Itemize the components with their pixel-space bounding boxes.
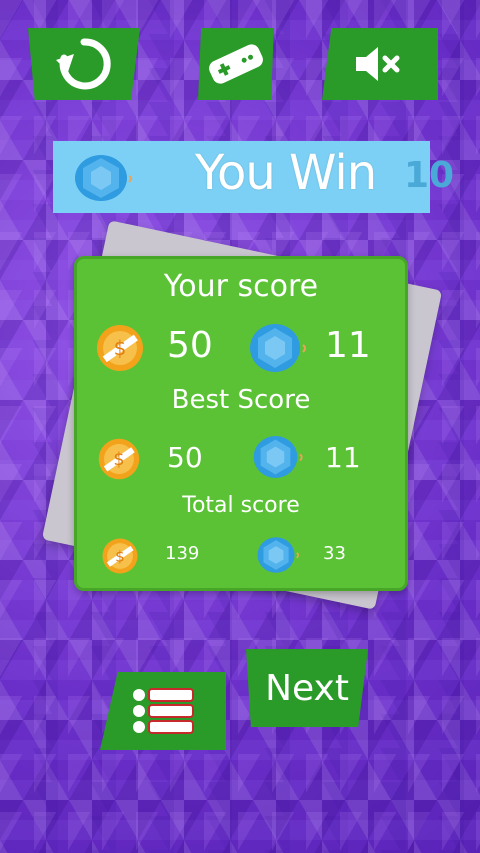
level-number: 10 <box>404 155 455 196</box>
svg-text:$: $ <box>114 336 127 360</box>
gem-icon <box>257 537 299 573</box>
score-panel: Your score $ 50 11 Best Score $ 50 11 To… <box>74 256 408 591</box>
best-coins-value: 50 <box>167 441 203 474</box>
best-score-label: Best Score <box>171 385 311 415</box>
next-label: Next <box>265 667 349 709</box>
total-gems-value: 33 <box>323 543 346 564</box>
next-button[interactable]: Next <box>246 649 368 727</box>
total-score-label: Total score <box>182 493 300 518</box>
games-button[interactable] <box>198 28 274 100</box>
win-banner: You Win 10 <box>53 141 454 213</box>
coin-icon: $ <box>97 325 143 371</box>
menu-list-icon <box>133 688 194 734</box>
svg-text:$: $ <box>115 547 125 565</box>
menu-button[interactable] <box>100 672 226 750</box>
win-title: You Win <box>195 145 377 201</box>
your-gems-value: 11 <box>325 325 371 366</box>
svg-text:$: $ <box>113 450 124 470</box>
gem-icon <box>75 155 132 201</box>
restart-icon <box>56 38 111 90</box>
your-score-label: Your score <box>163 269 319 304</box>
gem-icon <box>250 324 306 372</box>
your-coins-value: 50 <box>167 325 213 366</box>
coin-icon: $ <box>102 538 138 574</box>
mute-button[interactable] <box>322 28 438 100</box>
gem-icon <box>253 436 303 478</box>
total-coins-value: 139 <box>165 543 200 564</box>
gamepad-icon <box>209 44 263 84</box>
restart-button[interactable] <box>28 28 140 100</box>
coin-icon: $ <box>98 438 140 480</box>
sound-muted-icon <box>356 47 400 81</box>
best-gems-value: 11 <box>325 441 361 474</box>
